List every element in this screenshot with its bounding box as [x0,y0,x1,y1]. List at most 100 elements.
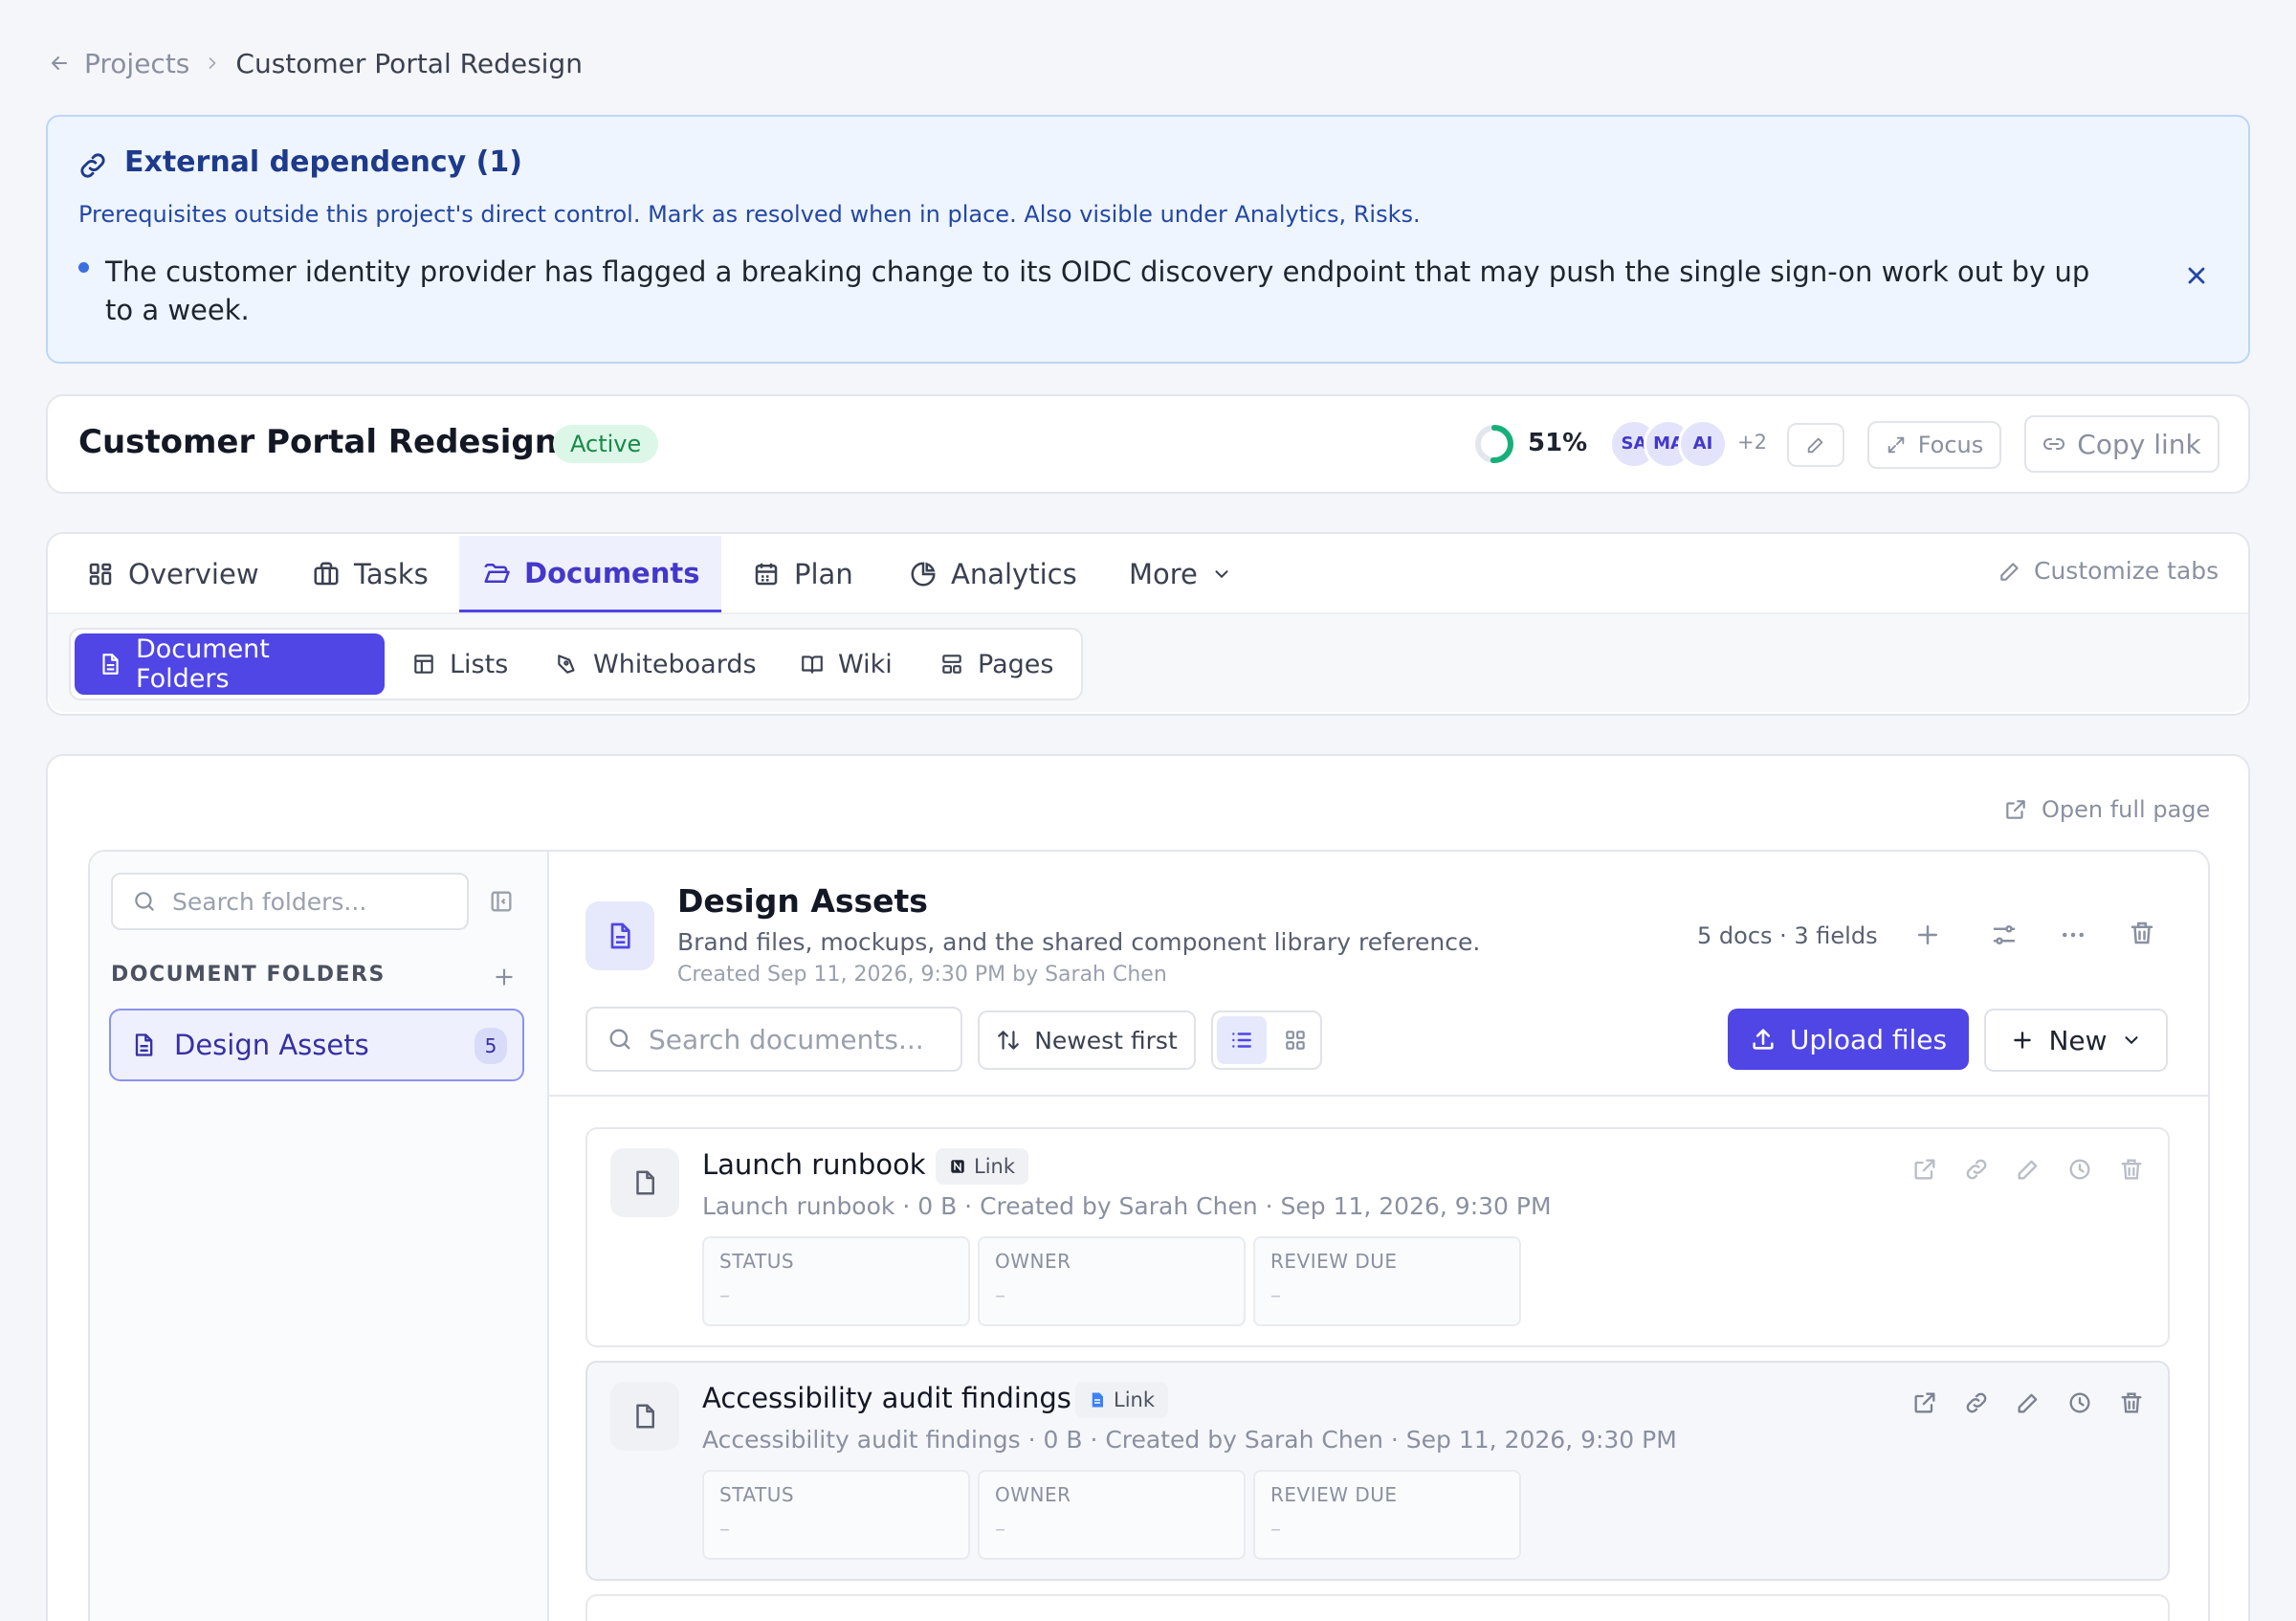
link-tag-label: Link [1114,1388,1156,1411]
field-status[interactable]: STATUS – [702,1236,970,1326]
more-horizontal-icon[interactable] [2059,921,2087,949]
avatar[interactable]: AI [1678,419,1728,469]
field-review-due[interactable]: REVIEW DUE – [1253,1470,1521,1560]
tab-tasks[interactable]: Tasks [312,536,429,612]
search-icon [607,1026,633,1053]
upload-files-button[interactable]: Upload files [1728,1009,1969,1070]
dependency-item: The customer identity provider has flagg… [105,255,2090,326]
external-link-icon[interactable] [1911,1389,1938,1416]
trash-icon[interactable] [2128,919,2156,947]
open-full-page-label: Open full page [2042,796,2211,823]
tab-plan[interactable]: Plan [752,536,853,612]
folder-open-icon [482,559,511,588]
subtab-wiki[interactable]: Wiki [800,633,893,695]
external-link-icon[interactable] [1911,1156,1938,1183]
link-icon[interactable] [1963,1156,1990,1183]
pencil-icon[interactable] [2015,1156,2042,1183]
field-status[interactable]: STATUS – [702,1470,970,1560]
field-label: REVIEW DUE [1270,1483,1398,1506]
copy-link-label: Copy link [2077,428,2201,460]
file-icon [610,1382,679,1451]
subtab-label: Wiki [838,649,893,679]
field-owner[interactable]: OWNER – [978,1236,1246,1326]
link-tag: Link [936,1148,1029,1185]
folder-search-input[interactable]: Search folders... [111,873,469,930]
document-row[interactable] [585,1594,2170,1621]
folder-description: Brand files, mockups, and the shared com… [677,928,1481,956]
link-icon[interactable] [1963,1389,1990,1416]
collapse-sidebar-icon[interactable] [488,888,515,915]
customize-tabs-button[interactable]: Customize tabs [1998,557,2219,585]
breadcrumb-projects-link[interactable]: Projects [84,48,189,79]
chevron-down-icon [1211,564,1232,585]
edit-project-button[interactable] [1787,423,1844,467]
alert-subtitle: Prerequisites outside this project's dir… [78,201,1421,228]
breadcrumb: Projects Customer Portal Redesign [48,44,583,82]
field-owner[interactable]: OWNER – [978,1470,1246,1560]
trash-icon[interactable] [2118,1389,2145,1416]
field-value: – [995,1284,1005,1308]
row-actions [1911,1389,2145,1416]
link-icon [77,149,109,182]
close-icon[interactable] [2183,262,2210,289]
folder-title: Design Assets [677,882,928,920]
back-arrow-icon[interactable] [48,52,71,75]
document-search-input[interactable]: Search documents... [585,1007,962,1072]
copy-link-button[interactable]: Copy link [2024,415,2219,473]
file-text-icon [605,921,635,951]
more-members-count[interactable]: +2 [1737,431,1767,454]
folder-header-icon [585,901,654,970]
row-actions [1911,1156,2145,1183]
folder-search-placeholder: Search folders... [172,887,367,916]
pencil-icon [1805,434,1826,455]
new-button[interactable]: New [1984,1009,2168,1072]
upload-icon [1750,1026,1777,1053]
field-label: OWNER [995,1483,1071,1506]
tab-documents[interactable]: Documents [459,536,721,612]
tab-overview[interactable]: Overview [86,536,259,612]
document-meta: Launch runbook · 0 B · Created by Sarah … [702,1192,1552,1220]
trash-icon[interactable] [2118,1156,2145,1183]
field-label: STATUS [719,1250,795,1273]
pencil-icon[interactable] [2015,1389,2042,1416]
clock-icon[interactable] [2066,1389,2093,1416]
field-value: – [719,1284,730,1308]
add-field-icon[interactable] [1913,921,1942,949]
briefcase-icon [312,560,341,588]
pie-chart-icon [909,560,938,588]
folder-item-design-assets[interactable]: Design Assets 5 [109,1009,524,1081]
folder-stats: 5 docs · 3 fields [1697,922,1878,949]
sliders-icon[interactable] [1990,921,2019,949]
tab-analytics[interactable]: Analytics [909,536,1077,612]
subtab-whiteboards[interactable]: Whiteboards [555,633,757,695]
field-value: – [1270,1284,1281,1308]
notion-icon [949,1158,966,1175]
tab-label: Plan [794,558,853,590]
expand-icon [1886,434,1907,455]
layout-icon [939,652,964,677]
focus-button[interactable]: Focus [1867,421,2001,469]
subtab-lists[interactable]: Lists [411,633,508,695]
alert-title: External dependency (1) [124,145,522,179]
clock-icon[interactable] [2066,1156,2093,1183]
grid-view-button[interactable] [1270,1016,1320,1064]
tab-label: Tasks [354,558,429,590]
field-review-due[interactable]: REVIEW DUE – [1253,1236,1521,1326]
divider [547,1095,2210,1097]
open-full-page-button[interactable]: Open full page [2003,796,2210,823]
table-icon [411,652,436,677]
chevron-down-icon [2121,1030,2142,1051]
field-value: – [719,1518,730,1542]
tab-more[interactable]: More [1129,536,1232,612]
list-view-button[interactable] [1217,1016,1267,1064]
folder-count-badge: 5 [475,1028,507,1064]
document-title[interactable]: Accessibility audit findings [702,1382,1071,1414]
grid-icon [86,560,115,588]
plus-icon [2010,1028,2035,1053]
document-title[interactable]: Launch runbook [702,1148,926,1181]
add-folder-icon[interactable] [492,965,517,989]
subtab-pages[interactable]: Pages [939,633,1053,695]
subtab-document-folders[interactable]: Document Folders [75,633,385,695]
sort-button[interactable]: Newest first [978,1010,1196,1070]
customize-tabs-label: Customize tabs [2034,557,2219,585]
